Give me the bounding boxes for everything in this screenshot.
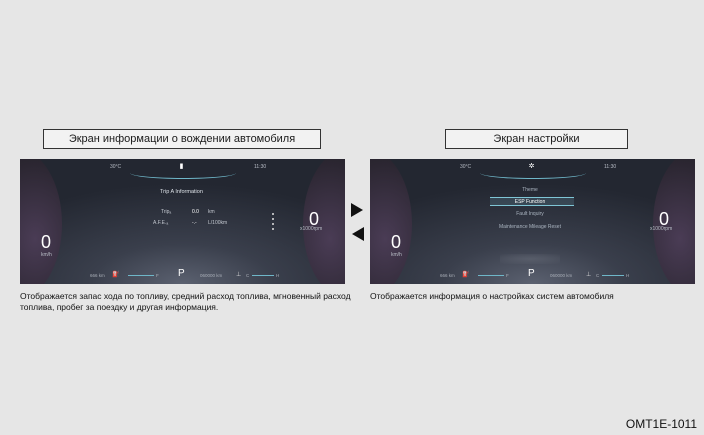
afe-label: A.F.E.ₐ [153, 220, 169, 226]
menu-item-esp-function[interactable]: ESP Function [470, 199, 590, 205]
right-screen-caption: Экран настройки [445, 129, 628, 149]
left-gauge-arc [20, 159, 62, 284]
driving-info-description: Отображается запас хода по топливу, сред… [20, 291, 351, 312]
range-readout: 666 km [90, 273, 105, 278]
outside-temperature: 30°C [110, 164, 122, 170]
status-bar: 666 km ⛽ F P 060000 km ⊥ C H [440, 268, 630, 279]
speed-unit: km/h [391, 252, 402, 258]
rpm-unit: x1000rpm [650, 226, 673, 232]
menu-item-maintenance-reset[interactable]: Maintenance Mileage Reset [470, 224, 590, 230]
trip-info-icon: ▮ [179, 163, 184, 170]
temp-scale-h: H [626, 273, 630, 278]
gear-indicator: P [178, 268, 185, 279]
rpm-unit: x1000rpm [300, 226, 323, 232]
fuel-scale-label: F [506, 273, 509, 278]
afe-value: -.- [192, 220, 197, 226]
temp-scale-c: C [246, 273, 250, 278]
range-readout: 666 km [440, 273, 455, 278]
status-bar: 666 km ⛽ F P 060000 km ⊥ C H [90, 268, 280, 279]
settings-description: Отображается информация о настройках сис… [370, 291, 614, 301]
speed-unit: km/h [41, 252, 52, 258]
menu-item-fault-inquiry[interactable]: Fault Inquiry [470, 211, 590, 217]
arrow-right-icon [351, 203, 363, 217]
page-indicator-dots [272, 213, 275, 233]
left-screen-caption: Экран информации о вождении автомобиля [43, 129, 321, 149]
temp-scale-c: C [596, 273, 600, 278]
coolant-temp-icon: ⊥ [586, 272, 592, 278]
trip-label: Tripₐ [161, 209, 172, 215]
trip-unit: km [208, 209, 215, 215]
speed-readout: 0 [391, 232, 402, 252]
left-gauge-arc [370, 159, 412, 284]
fuel-gauge-line [128, 275, 154, 276]
faded-menu-item [500, 254, 560, 264]
odometer-readout: 060000 km [200, 273, 223, 278]
outside-temperature: 30°C [460, 164, 472, 170]
menu-title: Trip A Information [160, 189, 203, 195]
temp-gauge-line [602, 275, 624, 276]
clock: 11:30 [604, 164, 617, 170]
arrow-left-icon [352, 227, 364, 241]
coolant-temp-icon: ⊥ [236, 272, 242, 278]
fuel-gauge-line [478, 275, 504, 276]
temp-gauge-line [252, 275, 274, 276]
afe-unit: L/100km [208, 220, 228, 226]
speed-readout: 0 [41, 232, 52, 252]
trip-value: 0.0 [192, 209, 199, 215]
driving-info-screen: 30°C 11:30 ▮ Trip A Information Tripₐ 0.… [20, 159, 345, 284]
settings-icon: ✲ [528, 163, 535, 170]
temp-scale-h: H [276, 273, 280, 278]
settings-screen: 30°C 11:30 ✲ Theme ESP Function Fault In… [370, 159, 695, 284]
menu-item-theme[interactable]: Theme [470, 187, 590, 193]
gear-indicator: P [528, 268, 535, 279]
fuel-scale-label: F [156, 273, 159, 278]
odometer-readout: 060000 km [550, 273, 573, 278]
fuel-icon: ⛽ [462, 272, 470, 278]
clock: 11:30 [254, 164, 267, 170]
figure-code: OMT1E-1011 [625, 417, 697, 431]
fuel-icon: ⛽ [112, 272, 120, 278]
